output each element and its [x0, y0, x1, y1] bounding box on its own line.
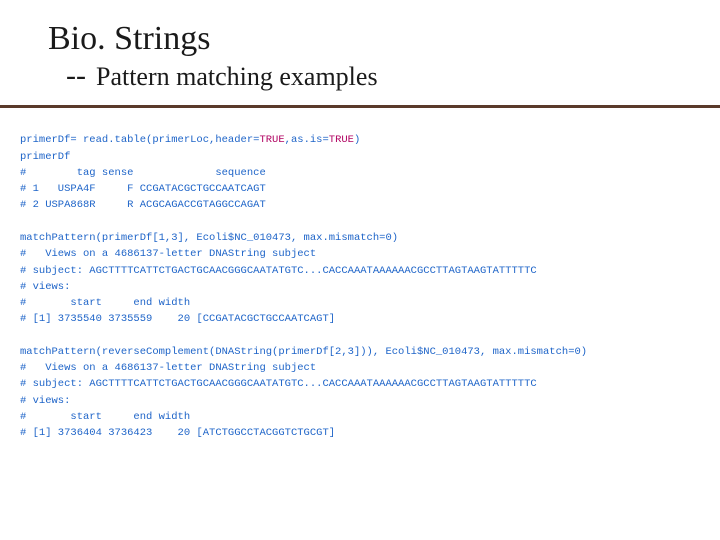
- code-text: ): [354, 134, 360, 146]
- header-divider: [0, 105, 720, 108]
- code-line: [20, 214, 700, 230]
- subtitle-dashes: --: [66, 59, 86, 93]
- code-line: # subject: AGCTTTTCATTCTGACTGCAACGGGCAAT…: [20, 263, 700, 279]
- code-line: # [1] 3735540 3735559 20 [CCGATACGCTGCCA…: [20, 311, 700, 327]
- code-line: # 1 USPA4F F CCGATACGCTGCCAATCAGT: [20, 181, 700, 197]
- subtitle-row: -- Pattern matching examples: [48, 59, 700, 93]
- code-line: primerDf= read.table(primerLoc,header=TR…: [20, 132, 700, 148]
- code-line: matchPattern(reverseComplement(DNAString…: [20, 344, 700, 360]
- slide: Bio. Strings -- Pattern matching example…: [0, 0, 720, 540]
- code-text: primerDf= read.table(primerLoc,header=: [20, 134, 259, 146]
- code-line: # Views on a 4686137-letter DNAString su…: [20, 246, 700, 262]
- code-block: primerDf= read.table(primerLoc,header=TR…: [20, 132, 700, 441]
- code-line: # 2 USPA868R R ACGCAGACCGTAGGCCAGAT: [20, 197, 700, 213]
- code-line: # subject: AGCTTTTCATTCTGACTGCAACGGGCAAT…: [20, 376, 700, 392]
- code-line: # Views on a 4686137-letter DNAString su…: [20, 360, 700, 376]
- code-line: # [1] 3736404 3736423 20 [ATCTGGCCTACGGT…: [20, 425, 700, 441]
- code-line: # tag sense sequence: [20, 165, 700, 181]
- code-line: [20, 328, 700, 344]
- subtitle-text: Pattern matching examples: [96, 62, 378, 92]
- code-literal: TRUE: [329, 134, 354, 146]
- code-line: primerDf: [20, 149, 700, 165]
- code-text: ,as.is=: [285, 134, 329, 146]
- code-line: matchPattern(primerDf[1,3], Ecoli$NC_010…: [20, 230, 700, 246]
- page-title: Bio. Strings: [48, 20, 700, 57]
- code-literal: TRUE: [259, 134, 284, 146]
- header-block: Bio. Strings -- Pattern matching example…: [0, 20, 720, 101]
- code-line: # views:: [20, 393, 700, 409]
- code-line: # start end width: [20, 295, 700, 311]
- code-line: # start end width: [20, 409, 700, 425]
- code-line: # views:: [20, 279, 700, 295]
